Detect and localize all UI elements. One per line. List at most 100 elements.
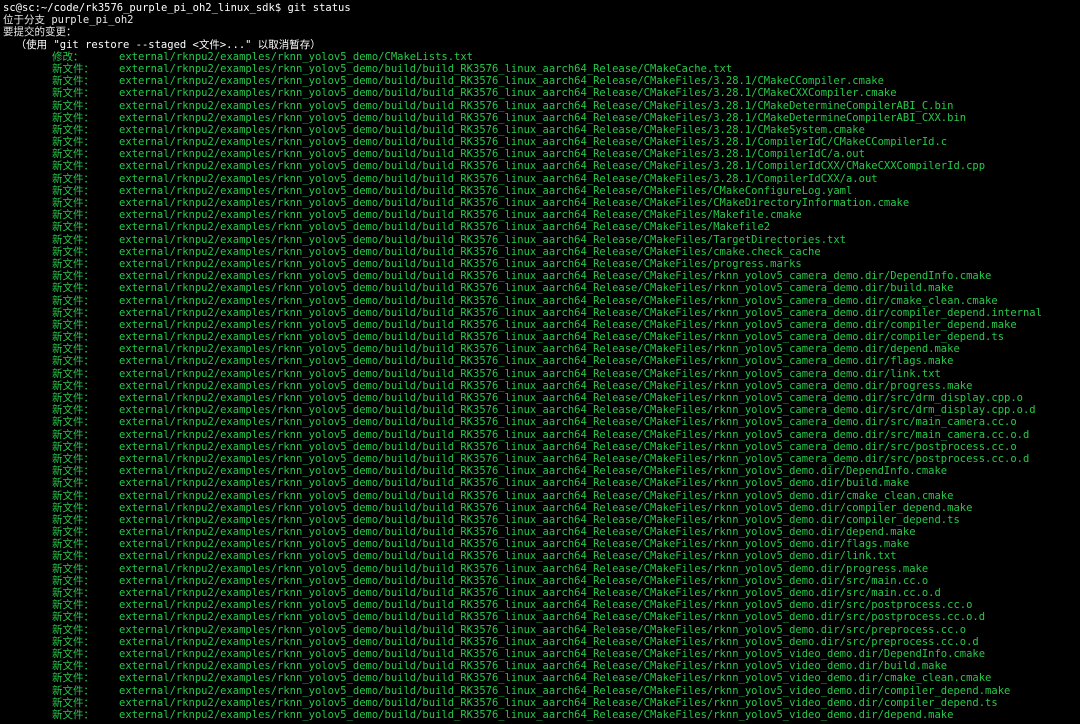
file-status: 新文件：	[52, 221, 94, 234]
staged-file-entry: 新文件： external/rknpu2/examples/rknn_yolov5…	[3, 453, 1080, 465]
file-status: 新文件：	[52, 282, 94, 295]
file-status: 新文件：	[52, 75, 94, 88]
file-path: external/rknpu2/examples/rknn_yolov5_dem…	[119, 379, 973, 392]
staged-file-entry: 新文件： external/rknpu2/examples/rknn_yolov5…	[3, 636, 1080, 648]
file-path: external/rknpu2/examples/rknn_yolov5_dem…	[119, 550, 897, 563]
file-path: external/rknpu2/examples/rknn_yolov5_dem…	[119, 355, 954, 368]
staged-file-entry: 新文件： external/rknpu2/examples/rknn_yolov5…	[3, 112, 1080, 124]
file-status: 新文件：	[52, 197, 94, 209]
staged-file-entry: 新文件： external/rknpu2/examples/rknn_yolov5…	[3, 185, 1080, 197]
staged-file-entry: 新文件： external/rknpu2/examples/rknn_yolov5…	[3, 258, 1080, 270]
staged-file-entry: 新文件： external/rknpu2/examples/rknn_yolov5…	[3, 526, 1080, 538]
file-path: external/rknpu2/examples/rknn_yolov5_dem…	[119, 160, 986, 173]
file-status: 新文件：	[52, 465, 94, 478]
file-path: external/rknpu2/examples/rknn_yolov5_dem…	[119, 574, 929, 587]
staged-file-entry: 新文件： external/rknpu2/examples/rknn_yolov5…	[3, 160, 1080, 172]
file-path: external/rknpu2/examples/rknn_yolov5_dem…	[119, 599, 973, 612]
staged-file-entry: 新文件： external/rknpu2/examples/rknn_yolov5…	[3, 246, 1080, 258]
file-status: 新文件：	[52, 574, 94, 587]
staged-file-entry: 新文件： external/rknpu2/examples/rknn_yolov5…	[3, 209, 1080, 221]
shell-prompt: sc@sc:~/code/rk3576_purple_pi_oh2_linux_…	[3, 2, 288, 14]
staged-file-entry: 新文件： external/rknpu2/examples/rknn_yolov5…	[3, 587, 1080, 599]
file-status: 新文件：	[52, 501, 94, 514]
file-path: external/rknpu2/examples/rknn_yolov5_dem…	[119, 477, 910, 490]
file-status: 新文件：	[52, 123, 94, 136]
file-path: external/rknpu2/examples/rknn_yolov5_dem…	[119, 306, 1042, 319]
file-status: 新文件：	[52, 672, 94, 685]
staged-file-entry: 新文件： external/rknpu2/examples/rknn_yolov5…	[3, 550, 1080, 562]
file-status: 新文件：	[52, 270, 94, 283]
staged-file-entry: 新文件： external/rknpu2/examples/rknn_yolov5…	[3, 355, 1080, 367]
staged-file-entry: 新文件： external/rknpu2/examples/rknn_yolov5…	[3, 392, 1080, 404]
file-path: external/rknpu2/examples/rknn_yolov5_dem…	[119, 696, 998, 709]
file-status: 新文件：	[52, 294, 94, 307]
file-path: external/rknpu2/examples/rknn_yolov5_dem…	[119, 587, 941, 599]
file-status: 新文件：	[52, 562, 94, 575]
file-path: external/rknpu2/examples/rknn_yolov5_dem…	[119, 501, 973, 514]
staged-file-entry: 新文件： external/rknpu2/examples/rknn_yolov5…	[3, 234, 1080, 246]
staged-file-entry: 新文件： external/rknpu2/examples/rknn_yolov5…	[3, 295, 1080, 307]
file-status: 新文件：	[52, 343, 94, 356]
staged-file-entry: 新文件： external/rknpu2/examples/rknn_yolov5…	[3, 477, 1080, 489]
file-status: 新文件：	[52, 623, 94, 636]
file-status: 新文件：	[52, 489, 94, 502]
file-status: 新文件：	[52, 684, 94, 697]
branch-line: 位于分支 purple_pi_oh2	[3, 14, 134, 27]
file-path: external/rknpu2/examples/rknn_yolov5_dem…	[119, 660, 948, 673]
file-path: external/rknpu2/examples/rknn_yolov5_dem…	[119, 404, 1036, 417]
terminal-window[interactable]: sc@sc:~/code/rk3576_purple_pi_oh2_linux_…	[0, 0, 1080, 724]
file-path: external/rknpu2/examples/rknn_yolov5_dem…	[119, 197, 910, 209]
file-status: 新文件：	[52, 99, 94, 112]
file-path: external/rknpu2/examples/rknn_yolov5_dem…	[119, 209, 802, 222]
file-path: external/rknpu2/examples/rknn_yolov5_dem…	[119, 489, 954, 502]
file-path: external/rknpu2/examples/rknn_yolov5_dem…	[119, 708, 954, 721]
file-status: 新文件：	[52, 696, 94, 709]
staged-file-list: 修改： external/rknpu2/examples/rknn_yolov5_…	[3, 51, 1080, 721]
file-status: 新文件：	[52, 416, 94, 429]
staged-file-entry: 新文件： external/rknpu2/examples/rknn_yolov5…	[3, 319, 1080, 331]
file-path: external/rknpu2/examples/rknn_yolov5_dem…	[119, 233, 846, 246]
file-path: external/rknpu2/examples/rknn_yolov5_dem…	[119, 245, 821, 258]
staged-file-entry: 新文件： external/rknpu2/examples/rknn_yolov5…	[3, 502, 1080, 514]
typed-command: git status	[287, 2, 351, 14]
staged-file-entry: 新文件： external/rknpu2/examples/rknn_yolov5…	[3, 697, 1080, 709]
file-status: 新文件：	[52, 184, 94, 197]
file-status: 新文件：	[52, 708, 94, 721]
file-path: external/rknpu2/examples/rknn_yolov5_dem…	[119, 416, 1017, 429]
file-status: 新文件：	[52, 587, 94, 599]
file-status: 新文件：	[52, 87, 94, 100]
file-path: external/rknpu2/examples/rknn_yolov5_dem…	[119, 392, 1023, 404]
file-status: 新文件：	[52, 209, 94, 222]
file-status: 新文件：	[52, 233, 94, 246]
file-path: external/rknpu2/examples/rknn_yolov5_dem…	[119, 526, 916, 539]
file-path: external/rknpu2/examples/rknn_yolov5_dem…	[119, 331, 1005, 344]
file-path: external/rknpu2/examples/rknn_yolov5_dem…	[119, 623, 967, 636]
staged-file-entry: 新文件： external/rknpu2/examples/rknn_yolov5…	[3, 221, 1080, 233]
staged-file-entry: 新文件： external/rknpu2/examples/rknn_yolov5…	[3, 100, 1080, 112]
file-path: external/rknpu2/examples/rknn_yolov5_dem…	[119, 367, 941, 380]
file-status: 新文件：	[52, 160, 94, 173]
staged-file-entry: 新文件： external/rknpu2/examples/rknn_yolov5…	[3, 538, 1080, 550]
file-status: 新文件：	[52, 306, 94, 319]
staged-file-entry: 新文件： external/rknpu2/examples/rknn_yolov5…	[3, 124, 1080, 136]
staged-file-entry: 新文件： external/rknpu2/examples/rknn_yolov5…	[3, 514, 1080, 526]
file-path: external/rknpu2/examples/rknn_yolov5_dem…	[119, 221, 771, 234]
staged-file-entry: 新文件： external/rknpu2/examples/rknn_yolov5…	[3, 709, 1080, 721]
file-path: external/rknpu2/examples/rknn_yolov5_dem…	[119, 440, 1017, 453]
file-path: external/rknpu2/examples/rknn_yolov5_dem…	[119, 282, 954, 295]
file-status: 新文件：	[52, 440, 94, 453]
staged-file-entry: 修改： external/rknpu2/examples/rknn_yolov5_…	[3, 51, 1080, 63]
file-path: external/rknpu2/examples/rknn_yolov5_dem…	[119, 270, 992, 283]
file-path: external/rknpu2/examples/rknn_yolov5_dem…	[119, 538, 910, 551]
staged-header: 要提交的变更：	[3, 26, 77, 39]
staged-file-entry: 新文件： external/rknpu2/examples/rknn_yolov5…	[3, 282, 1080, 294]
file-status: 新文件：	[52, 62, 94, 75]
file-status: 新文件：	[52, 318, 94, 331]
staged-file-entry: 新文件： external/rknpu2/examples/rknn_yolov5…	[3, 648, 1080, 660]
staged-file-entry: 新文件： external/rknpu2/examples/rknn_yolov5…	[3, 380, 1080, 392]
file-status: 新文件：	[52, 611, 94, 624]
file-status: 新文件：	[52, 148, 94, 161]
file-path: external/rknpu2/examples/rknn_yolov5_dem…	[119, 294, 998, 307]
staged-file-entry: 新文件： external/rknpu2/examples/rknn_yolov5…	[3, 63, 1080, 75]
file-status: 新文件：	[52, 452, 94, 465]
